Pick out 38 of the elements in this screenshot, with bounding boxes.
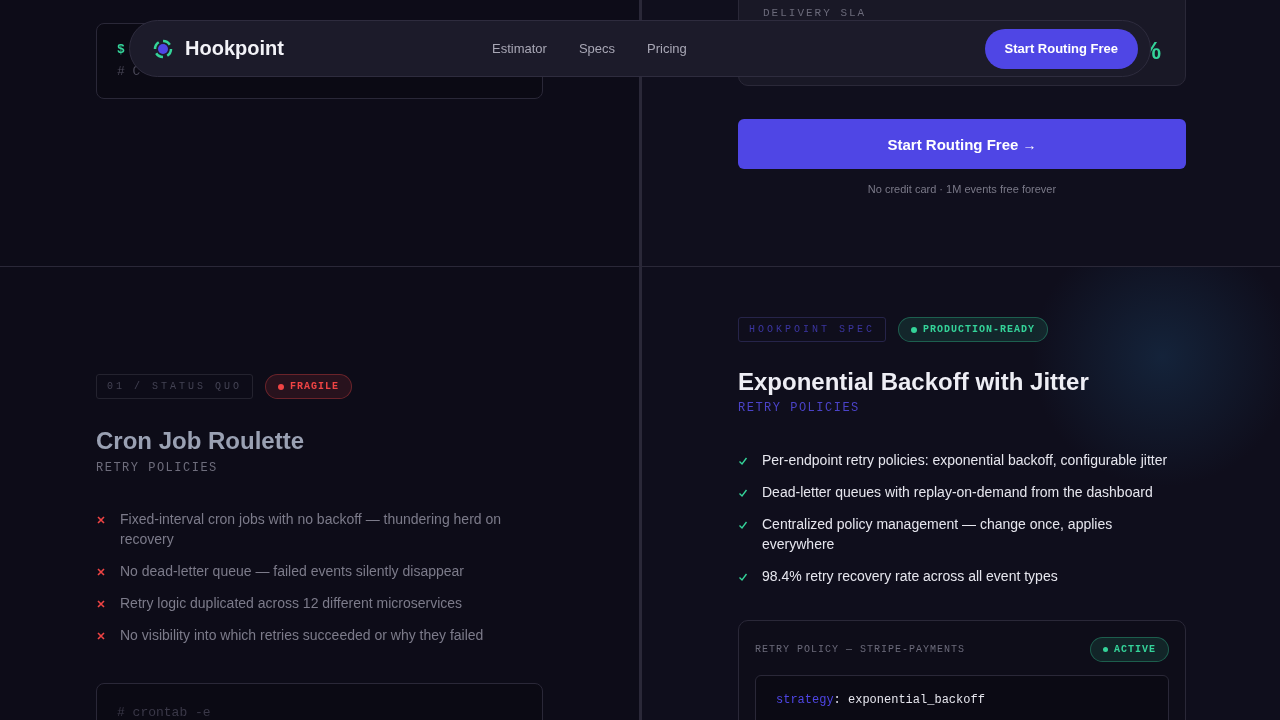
cross-icon (96, 515, 106, 525)
section-tag: 01 / STATUS QUO (96, 374, 253, 399)
list-item-text: Retry logic duplicated across 12 different microservices (120, 594, 463, 613)
list-item-text: Fixed-interval cron jobs with no backoff — thundering herd on recovery (120, 510, 503, 549)
cross-icon (96, 631, 106, 641)
start-routing-button[interactable]: Start Routing Free → (738, 119, 1186, 169)
check-icon (738, 520, 748, 530)
cross-icon (96, 599, 106, 609)
check-icon (738, 488, 748, 498)
check-icon (738, 456, 748, 466)
footnote-text: No credit card · 1M events free forever (866, 183, 1058, 195)
nav-link[interactable]: Specs (578, 41, 616, 56)
list-item-text: No visibility into which retries succeeded or why they failed (120, 626, 484, 645)
check-icon (738, 572, 748, 582)
start-routing-button[interactable]: Start Routing Free (984, 28, 1138, 69)
section-tag: HOOKPOINT SPEC (738, 317, 886, 342)
list-item-text: 98.4% retry recovery rate across all event types (762, 567, 1058, 586)
list-item-text: Centralized policy management — change once, applies everywhere (762, 515, 1114, 554)
section-title: Exponential Backoff with Jitter (738, 368, 1090, 396)
code-line: $ (117, 42, 125, 57)
cross-icon (96, 567, 106, 577)
badge-label: ACTIVE (1114, 644, 1156, 655)
sla-label: DELIVERY SLA (763, 7, 868, 19)
list-item-text: No dead-letter queue — failed events silently disappear (120, 562, 464, 581)
section-subtitle: RETRY POLICIES (96, 461, 219, 475)
nav-link[interactable]: Estimator (492, 41, 547, 56)
code-value: : exponential_backoff (833, 693, 985, 707)
policy-title: RETRY POLICY — STRIPE-PAYMENTS (755, 644, 966, 655)
section-title: Cron Job Roulette (96, 427, 305, 455)
list-item-text: Per-endpoint retry policies: exponential backoff, configurable jitter (762, 451, 1168, 470)
logo-icon (152, 37, 174, 60)
badge-label: PRODUCTION-READY (923, 324, 1036, 335)
code-key: strategy (776, 693, 834, 707)
badge-label: FRAGILE (290, 381, 340, 392)
nav-link[interactable]: Pricing (647, 41, 687, 56)
brand-name: Hookpoint (185, 37, 284, 60)
list-item-text: Dead-letter queues with replay-on-demand from the dashboard (762, 483, 1153, 502)
section-subtitle: RETRY POLICIES (738, 401, 861, 415)
